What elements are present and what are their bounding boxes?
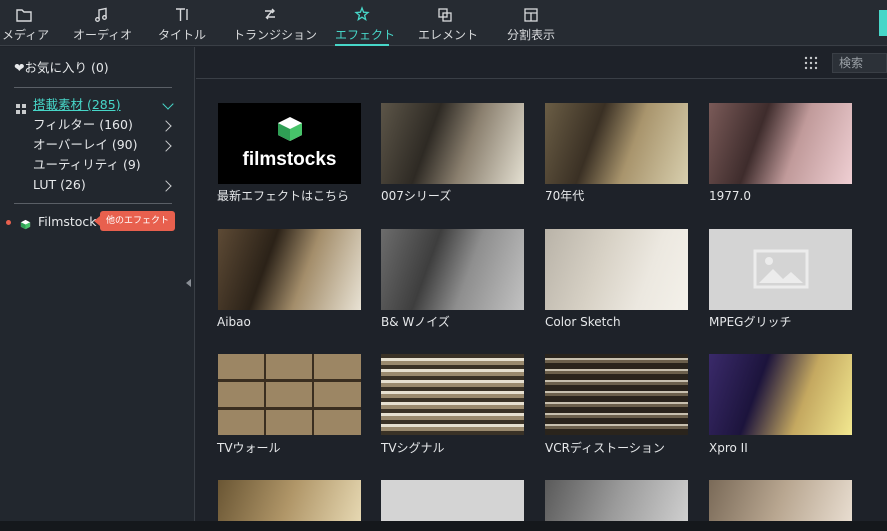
tab-media[interactable]: メディア bbox=[2, 0, 49, 46]
sidebar-builtin-label: 搭載素材 (285) bbox=[32, 97, 121, 112]
effect-caption: Xpro II bbox=[709, 441, 748, 455]
sidebar-item-utility[interactable]: ユーティリティ (9) bbox=[33, 156, 141, 174]
sidebar-item-filters[interactable]: フィルター (160) bbox=[33, 116, 133, 134]
toolbar-accent-edge bbox=[879, 10, 887, 36]
effect-thumb-1977[interactable] bbox=[709, 103, 852, 184]
tab-effects[interactable]: エフェクト bbox=[335, 0, 395, 46]
sidebar-divider bbox=[14, 203, 172, 204]
effect-thumb[interactable] bbox=[709, 480, 852, 521]
effect-thumb-xpro-ii[interactable] bbox=[709, 354, 852, 435]
effect-caption: 70年代 bbox=[545, 189, 585, 203]
filmstocks-logo-text: filmstocks bbox=[243, 149, 337, 170]
effect-thumb[interactable] bbox=[381, 480, 524, 521]
sidebar-favorites-label: ❤お気に入り (0) bbox=[14, 60, 109, 75]
tab-titles[interactable]: タイトル bbox=[158, 0, 206, 46]
bottom-scroll-edge bbox=[0, 521, 887, 531]
effect-caption: MPEGグリッチ bbox=[709, 315, 792, 329]
effect-thumb-tv-wall[interactable] bbox=[218, 354, 361, 435]
sidebar-divider bbox=[14, 87, 172, 88]
chevron-right-icon[interactable] bbox=[160, 180, 172, 192]
active-tab-underline bbox=[335, 44, 389, 46]
sidebar-item-lut[interactable]: LUT (26) bbox=[33, 176, 86, 194]
effect-thumb-tv-signal[interactable] bbox=[381, 354, 524, 435]
notification-dot-icon bbox=[6, 220, 11, 225]
effect-thumb-bw-noise[interactable] bbox=[381, 229, 524, 310]
elements-icon bbox=[418, 6, 472, 28]
effect-caption: 1977.0 bbox=[709, 189, 751, 203]
transition-icon bbox=[233, 6, 307, 28]
sidebar-favorites[interactable]: ❤お気に入り (0) bbox=[14, 59, 109, 77]
effect-caption: TVウォール bbox=[217, 441, 281, 455]
effect-thumb-70s[interactable] bbox=[545, 103, 688, 184]
music-note-icon bbox=[73, 6, 129, 28]
effect-thumb[interactable] bbox=[545, 480, 688, 521]
title-text-icon bbox=[158, 6, 206, 28]
tab-transitions[interactable]: トランジション bbox=[233, 0, 317, 46]
chevron-right-icon[interactable] bbox=[160, 120, 172, 132]
tab-audio[interactable]: オーディオ bbox=[73, 0, 132, 46]
tab-elements[interactable]: エレメント bbox=[418, 0, 478, 46]
sidebar-builtin[interactable]: 搭載素材 (285) bbox=[16, 96, 121, 114]
sidebar-item-label: オーバーレイ (90) bbox=[33, 137, 138, 152]
effect-caption: 007シリーズ bbox=[381, 189, 452, 203]
effects-sidebar: ❤お気に入り (0) 搭載素材 (285) フィルター (160) オーバーレイ… bbox=[0, 47, 195, 531]
chevron-right-icon[interactable] bbox=[160, 140, 172, 152]
effect-caption: Color Sketch bbox=[545, 315, 621, 329]
effect-thumb-latest[interactable]: filmstocks bbox=[218, 103, 361, 184]
other-effects-badge[interactable]: 他のエフェクト bbox=[93, 211, 176, 231]
grid-squares-icon bbox=[16, 101, 26, 114]
effect-thumb[interactable] bbox=[218, 480, 361, 521]
tv-wall-grid-icon bbox=[218, 354, 361, 435]
effect-caption: Aibao bbox=[217, 315, 251, 329]
effect-thumb-color-sketch[interactable] bbox=[545, 229, 688, 310]
sidebar-filmstock[interactable]: Filmstock bbox=[6, 213, 97, 231]
sidebar-item-label: フィルター (160) bbox=[33, 117, 133, 132]
library-subbar: 検索 bbox=[196, 47, 887, 79]
top-toolbar: メディア オーディオ タイトル トランジション エフェクト エレメント 分割表示 bbox=[0, 0, 887, 46]
sidebar-item-overlays[interactable]: オーバーレイ (90) bbox=[33, 136, 138, 154]
effect-thumb-vcr-distortion[interactable] bbox=[545, 354, 688, 435]
sidebar-filmstock-label: Filmstock bbox=[37, 214, 97, 229]
effect-caption: VCRディストーション bbox=[545, 441, 665, 455]
effect-thumb-aibao[interactable] bbox=[218, 229, 361, 310]
chevron-down-icon[interactable] bbox=[162, 98, 174, 110]
effect-thumb-007[interactable] bbox=[381, 103, 524, 184]
effect-caption: 最新エフェクトはこちら bbox=[217, 189, 350, 203]
filmstocks-logo-icon: filmstocks bbox=[218, 103, 361, 184]
filmstock-cube-icon bbox=[20, 217, 31, 230]
sidebar-item-label: ユーティリティ (9) bbox=[33, 157, 141, 172]
effect-thumb-mpeg-glitch[interactable] bbox=[709, 229, 852, 310]
effect-caption: TVシグナル bbox=[381, 441, 445, 455]
tab-split-screen[interactable]: 分割表示 bbox=[503, 0, 559, 46]
grid-view-icon[interactable] bbox=[804, 56, 818, 70]
split-screen-icon bbox=[503, 6, 559, 28]
folder-icon bbox=[2, 6, 46, 28]
effects-icon bbox=[335, 6, 389, 28]
effects-library: 検索 filmstocks 最新エフェクトはこちら 007シリーズ 70年代 1… bbox=[196, 47, 887, 531]
sidebar-item-label: LUT (26) bbox=[33, 177, 86, 192]
effect-caption: B& Wノイズ bbox=[381, 315, 450, 329]
collapse-sidebar-icon[interactable] bbox=[186, 279, 191, 287]
search-input[interactable]: 検索 bbox=[832, 53, 887, 73]
image-placeholder-icon bbox=[709, 229, 852, 310]
